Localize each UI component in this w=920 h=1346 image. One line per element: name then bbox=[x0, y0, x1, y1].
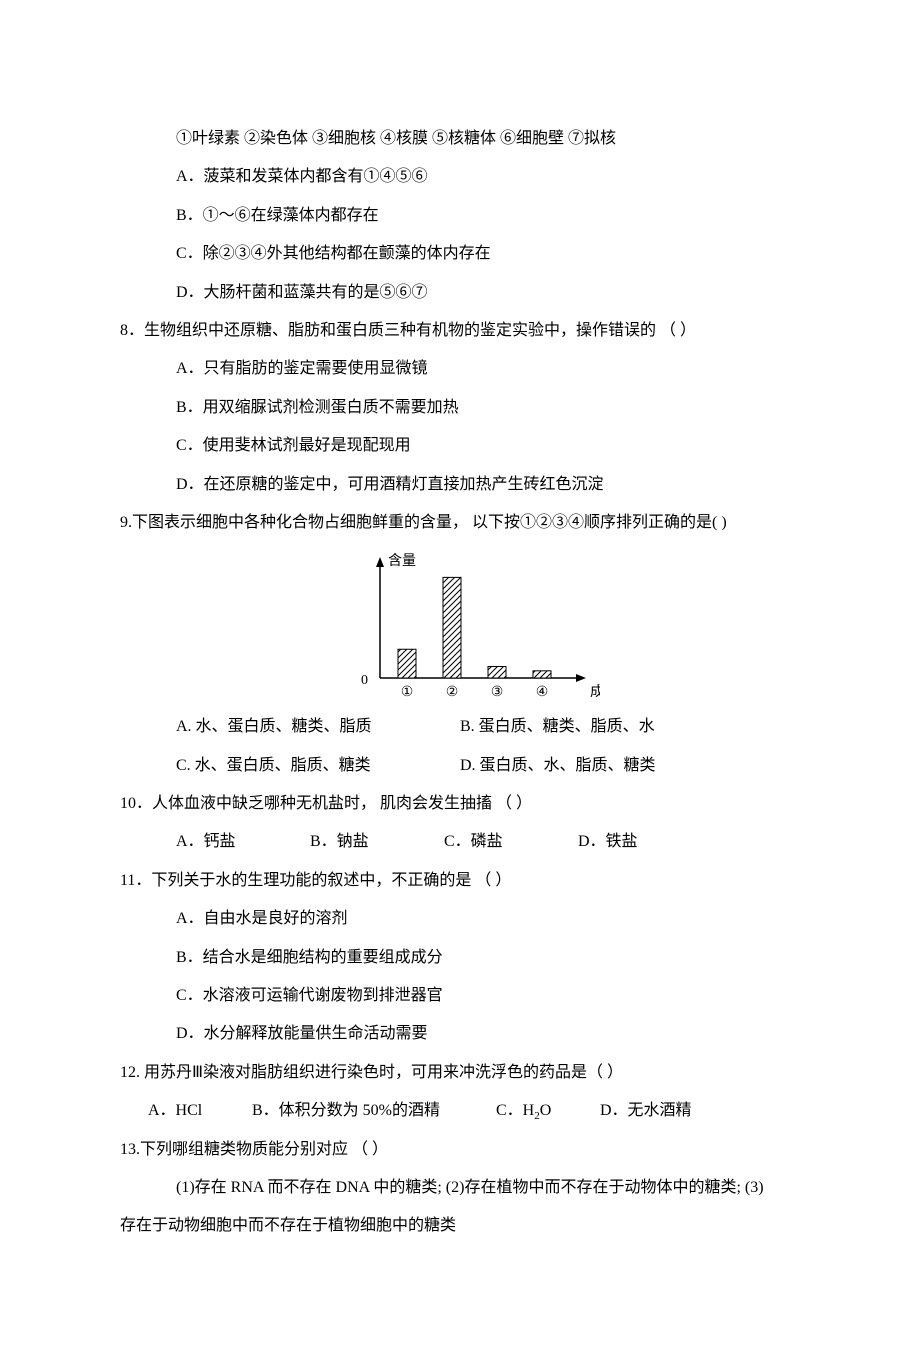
q8-option-d: D．在还原糖的鉴定中，可用酒精灯直接加热产生砖红色沉淀 bbox=[120, 466, 820, 504]
q7-option-c: C．除②③④外其他结构都在颤藻的体内存在 bbox=[120, 235, 820, 273]
svg-text:成分: 成分 bbox=[590, 684, 600, 700]
q13-line2: 存在于动物细胞中而不存在于植物细胞中的糖类 bbox=[120, 1207, 820, 1245]
q10-options: A．钙盐 B．钠盐 C．磷盐 D．铁盐 bbox=[120, 823, 820, 861]
q10-option-a: A．钙盐 bbox=[176, 823, 306, 861]
q12-option-a: A．HCl bbox=[148, 1092, 248, 1130]
bar-chart: ① ② ③ ④ 0 含量成分 bbox=[340, 548, 600, 706]
q10-option-b: B．钠盐 bbox=[310, 823, 440, 861]
q13-stem: 13.下列哪组糖类物质能分别对应 （ ） bbox=[120, 1131, 820, 1169]
q7-option-d: D．大肠杆菌和蓝藻共有的是⑤⑥⑦ bbox=[120, 274, 820, 312]
q12-option-d: D．无水酒精 bbox=[600, 1092, 692, 1130]
q13-line1: (1)存在 RNA 而不存在 DNA 中的糖类; (2)存在植物中而不存在于动物… bbox=[120, 1169, 820, 1207]
svg-text:0: 0 bbox=[361, 673, 368, 688]
q12-option-b: B．体积分数为 50%的酒精 bbox=[252, 1092, 492, 1130]
q11-option-c: C．水溶液可运输代谢废物到排泄器官 bbox=[120, 977, 820, 1015]
q9-option-a: A. 水、蛋白质、糖类、脂质 bbox=[176, 708, 456, 746]
q12-stem: 12. 用苏丹Ⅲ染液对脂肪组织进行染色时，可用来冲洗浮色的药品是（ ） bbox=[120, 1054, 820, 1092]
q7-option-b: B．①～⑥在绿藻体内都存在 bbox=[120, 197, 820, 235]
q11-option-d: D．水分解释放能量供生命活动需要 bbox=[120, 1015, 820, 1053]
svg-text:②: ② bbox=[446, 685, 459, 700]
q9-option-d: D. 蛋白质、水、脂质、糖类 bbox=[460, 747, 656, 785]
q10-option-c: C．磷盐 bbox=[444, 823, 574, 861]
q12-option-c: C．H2O bbox=[496, 1092, 596, 1130]
q11-option-b: B．结合水是细胞结构的重要组成成分 bbox=[120, 939, 820, 977]
q8-option-c: C．使用斐林试剂最好是现配现用 bbox=[120, 427, 820, 465]
q11-stem: 11．下列关于水的生理功能的叙述中，不正确的是 （ ） bbox=[120, 862, 820, 900]
q11-option-a: A．自由水是良好的溶剂 bbox=[120, 900, 820, 938]
svg-text:①: ① bbox=[401, 685, 414, 700]
q9-chart: ① ② ③ ④ 0 含量成分 bbox=[120, 548, 820, 706]
q9-option-b: B. 蛋白质、糖类、脂质、水 bbox=[460, 708, 655, 746]
q10-option-d: D．铁盐 bbox=[578, 823, 638, 861]
svg-text:④: ④ bbox=[536, 685, 549, 700]
q8-option-b: B．用双缩脲试剂检测蛋白质不需要加热 bbox=[120, 389, 820, 427]
q12-options: A．HCl B．体积分数为 50%的酒精 C．H2O D．无水酒精 bbox=[120, 1092, 820, 1130]
q9-stem: 9.下图表示细胞中各种化合物占细胞鲜重的含量， 以下按①②③④顺序排列正确的是(… bbox=[120, 504, 820, 542]
svg-text:③: ③ bbox=[491, 685, 504, 700]
q7-items: ①叶绿素 ②染色体 ③细胞核 ④核膜 ⑤核糖体 ⑥细胞壁 ⑦拟核 bbox=[120, 120, 820, 158]
q8-option-a: A．只有脂肪的鉴定需要使用显微镜 bbox=[120, 350, 820, 388]
svg-text:含量: 含量 bbox=[388, 553, 416, 569]
q8-stem: 8．生物组织中还原糖、脂肪和蛋白质三种有机物的鉴定实验中，操作错误的 （ ） bbox=[120, 312, 820, 350]
q9-option-c: C. 水、蛋白质、脂质、糖类 bbox=[176, 747, 456, 785]
q7-option-a: A．菠菜和发菜体内都含有①④⑤⑥ bbox=[120, 158, 820, 196]
q10-stem: 10．人体血液中缺乏哪种无机盐时， 肌肉会发生抽搐 （ ） bbox=[120, 785, 820, 823]
q9-options-row2: C. 水、蛋白质、脂质、糖类 D. 蛋白质、水、脂质、糖类 bbox=[120, 747, 820, 785]
q9-options-row1: A. 水、蛋白质、糖类、脂质 B. 蛋白质、糖类、脂质、水 bbox=[120, 708, 820, 746]
